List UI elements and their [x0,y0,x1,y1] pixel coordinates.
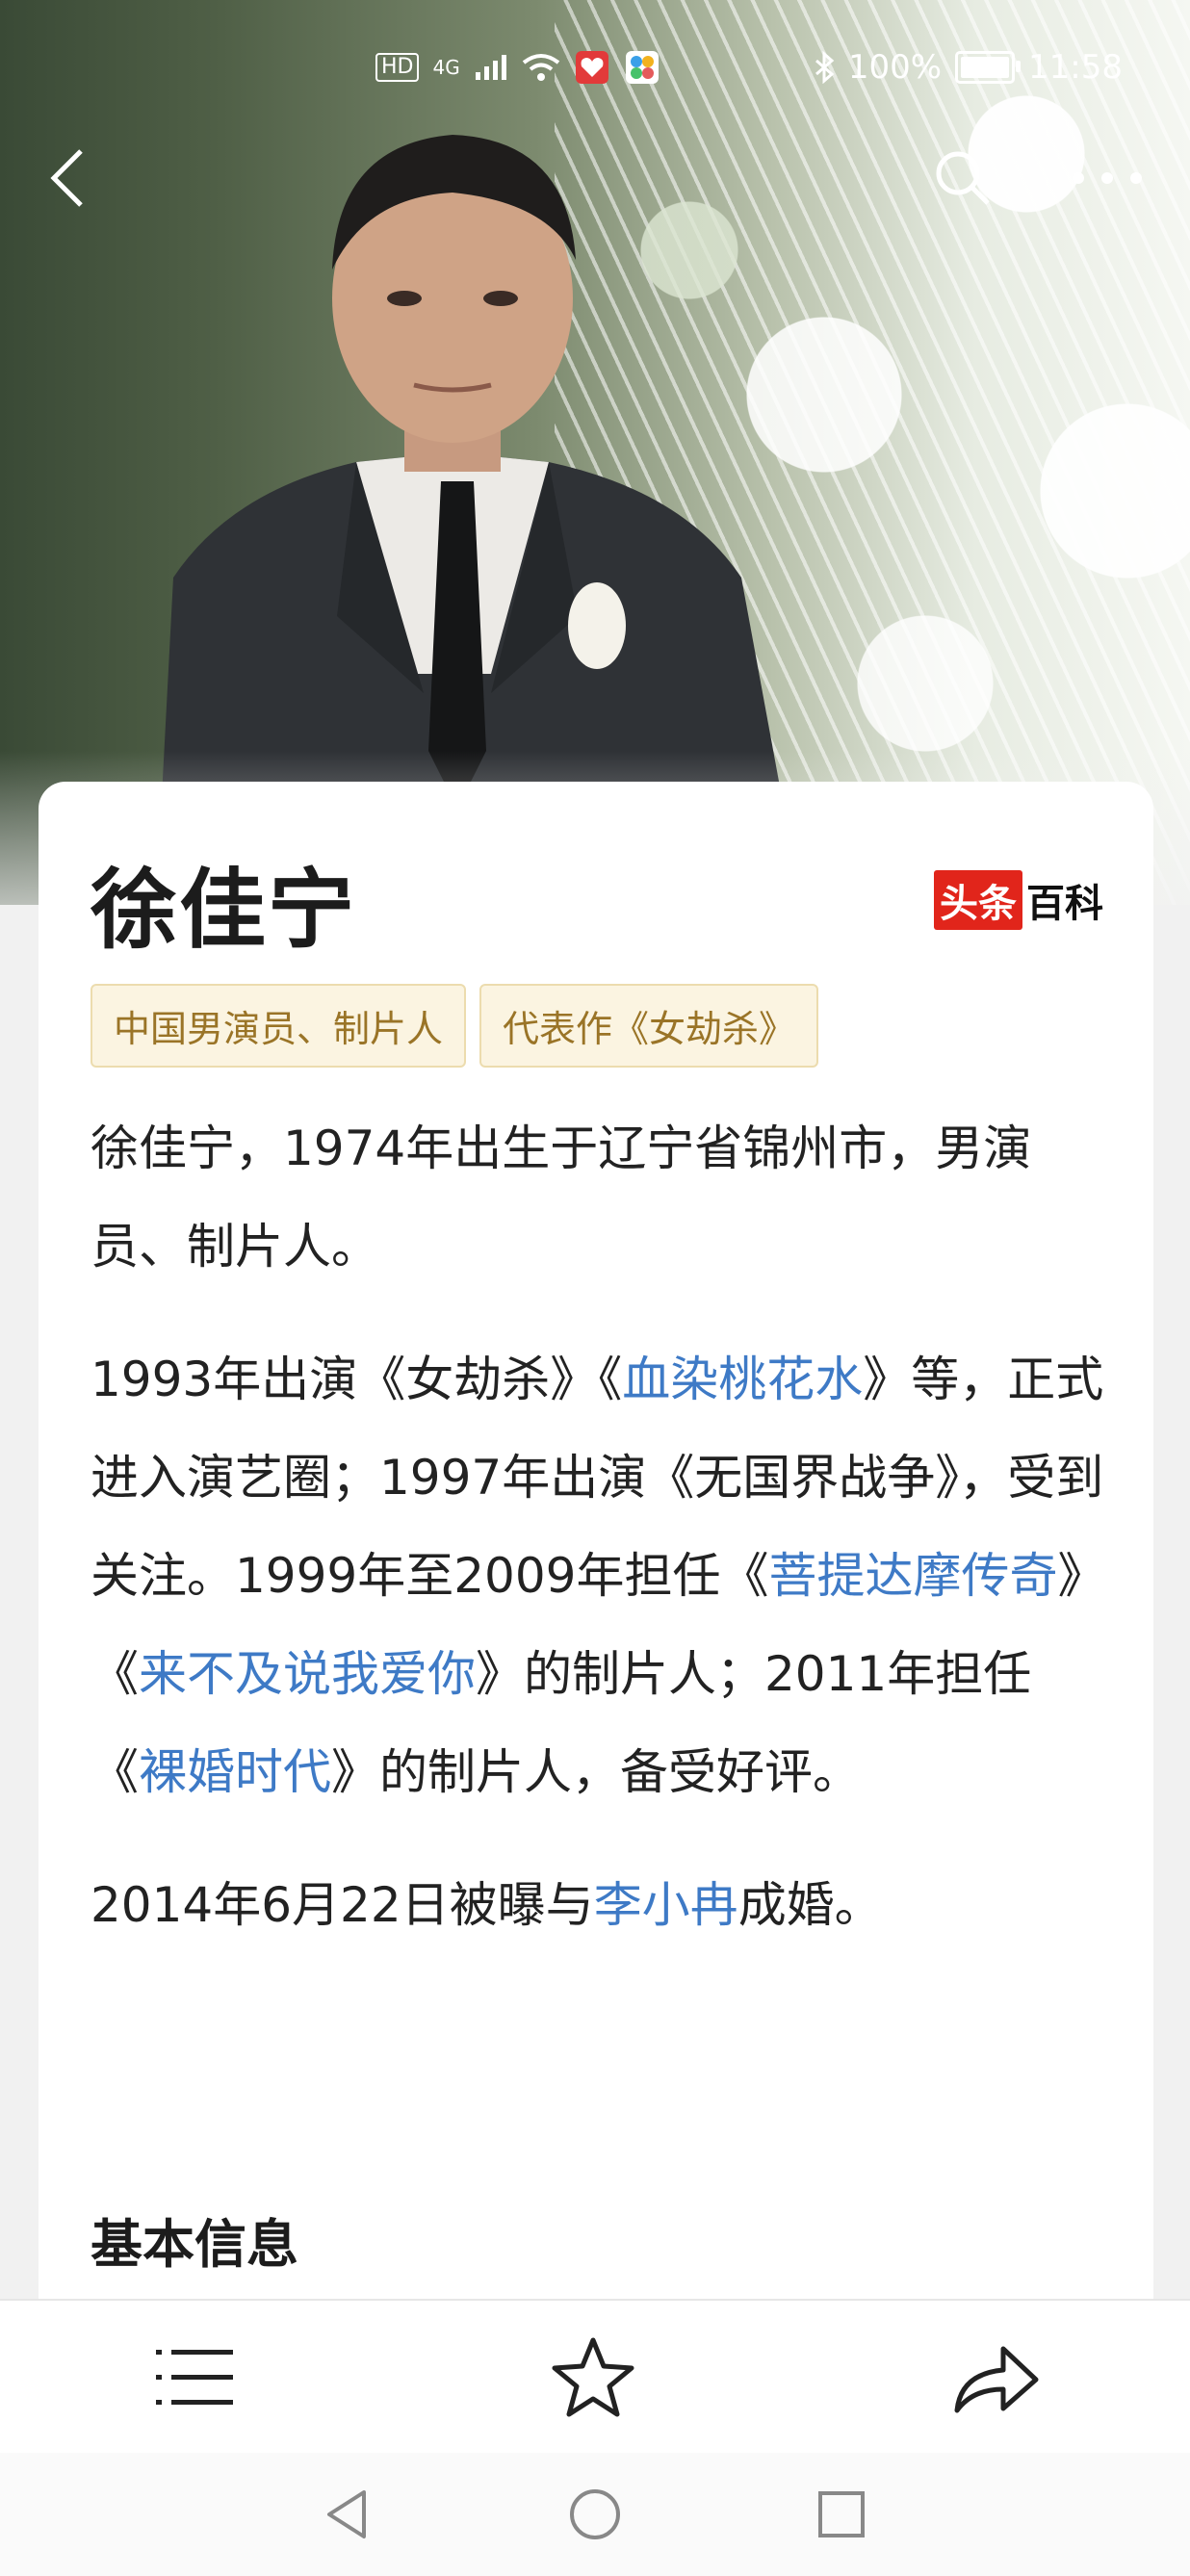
clock: 11:58 [1028,48,1123,87]
link-puti-damo-chuanqi[interactable]: 菩提达摩传奇 [769,1548,1058,1604]
app-notification-icon-2 [625,51,659,84]
link-li-xiaoran[interactable]: 李小冉 [594,1877,738,1933]
square-recents-icon [818,2491,865,2537]
section-basic-info: 基本信息 [91,2214,298,2275]
network-type: 4G [432,56,460,79]
link-luohun-shidai[interactable]: 裸婚时代 [139,1744,331,1800]
status-bar: HD 4G 100% 11:58 [0,39,1190,96]
article-card: 徐佳宁 头条 百科 中国男演员、制片人 代表作《女劫杀》 徐佳宁，1974年出生于… [39,782,1153,2322]
signal-icon [475,55,506,80]
tag-representative-work[interactable]: 代表作《女劫杀》 [479,984,819,1068]
tag-row: 中国男演员、制片人 代表作《女劫杀》 [91,984,819,1068]
system-back-button[interactable] [318,2486,375,2543]
circle-home-icon [570,2489,620,2539]
system-recents-button[interactable] [813,2486,870,2543]
catalog-button[interactable] [146,2330,243,2426]
page-title: 徐佳宁 [91,860,356,961]
share-icon [954,2346,1039,2413]
back-button[interactable] [29,140,106,217]
star-icon [552,2337,634,2417]
search-button[interactable] [924,140,1001,217]
triangle-back-icon [327,2490,366,2538]
link-xueran-taohuashui[interactable]: 血染桃花水 [622,1352,863,1407]
more-button[interactable] [1069,140,1146,217]
toutiao-baike-logo[interactable]: 头条 百科 [934,870,1103,930]
system-home-button[interactable] [566,2486,624,2543]
menu-list-icon [156,2350,233,2405]
wifi-icon [522,54,559,81]
battery-percent: 100% [847,48,943,87]
marriage-paragraph: 2014年6月22日被曝与李小冉成婚。 [91,1877,883,1933]
summary-paragraph: 徐佳宁，1974年出生于辽宁省锦州市，男演员、制片人。 [91,1121,1032,1275]
battery-icon [955,51,1022,84]
bottom-toolbar [0,2299,1190,2455]
search-icon [936,151,990,205]
more-dots-icon [1073,172,1142,184]
article-content: 徐佳宁，1974年出生于辽宁省锦州市，男演员、制片人。 1993年出演《女劫杀》… [91,1099,1111,1989]
hero-photo [0,0,1190,905]
bluetooth-icon [815,51,835,84]
share-button[interactable] [947,2330,1044,2426]
system-nav-bar [0,2453,1190,2576]
tag-occupation[interactable]: 中国男演员、制片人 [91,984,467,1068]
chevron-left-icon [50,149,83,207]
favorite-button[interactable] [545,2330,641,2426]
app-notification-icon [575,51,608,84]
hd-indicator: HD [375,53,420,82]
career-paragraph: 1993年出演《女劫杀》《血染桃花水》等，正式进入演艺圈；1997年出演《无国界… [91,1352,1106,1800]
link-laibuji-shuo-woaini[interactable]: 来不及说我爱你 [139,1646,476,1702]
